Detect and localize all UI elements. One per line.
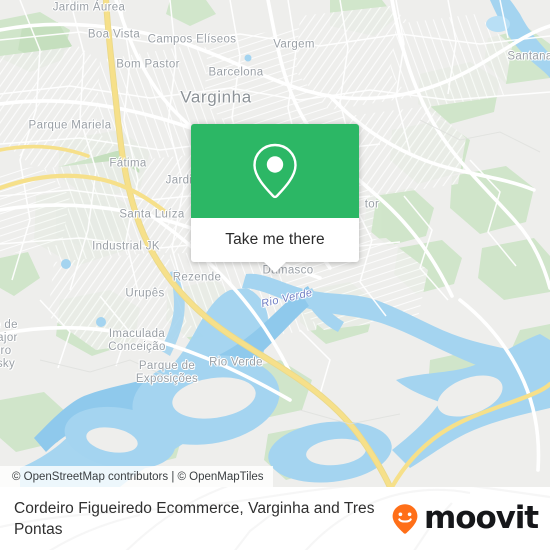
moovit-logo[interactable]: moovit bbox=[388, 500, 539, 536]
footer-content: Cordeiro Figueiredo Ecommerce, Varginha … bbox=[0, 487, 550, 550]
moovit-pin-smile-icon bbox=[392, 503, 418, 534]
map-popup-card[interactable]: Take me there bbox=[191, 124, 359, 273]
take-me-there-label: Take me there bbox=[225, 231, 325, 248]
page-footer: Cordeiro Figueiredo Ecommerce, Varginha … bbox=[0, 487, 550, 550]
popup-pointer bbox=[264, 262, 286, 273]
map-attribution[interactable]: © OpenStreetMap contributors | © OpenMap… bbox=[0, 466, 273, 487]
popup-header bbox=[191, 124, 359, 218]
map-canvas[interactable]: Jardim Áurea Boa Vista Campos Elíseos Varge… bbox=[0, 0, 550, 487]
place-title: Cordeiro Figueiredo Ecommerce, Varginha … bbox=[14, 499, 375, 538]
moovit-wordmark: moovit bbox=[424, 500, 539, 536]
take-me-there-button[interactable]: Take me there bbox=[191, 218, 359, 262]
map-pin-icon bbox=[253, 143, 297, 199]
attribution-text: © OpenStreetMap contributors | © OpenMap… bbox=[12, 470, 264, 483]
moovit-map-page: Jardim Áurea Boa Vista Campos Elíseos Varge… bbox=[0, 0, 550, 550]
